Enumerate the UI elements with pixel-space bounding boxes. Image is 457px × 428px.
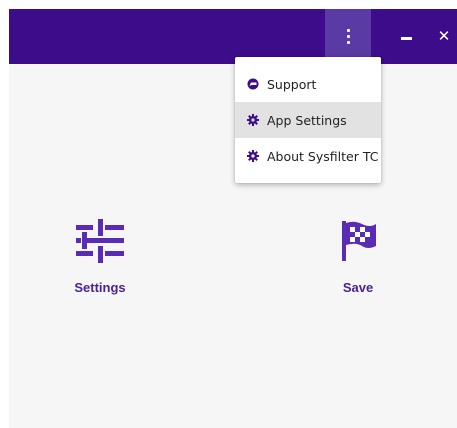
- save-tile[interactable]: Save: [321, 219, 395, 295]
- close-button[interactable]: ✕: [431, 9, 457, 64]
- menu-item-app-settings[interactable]: App Settings: [235, 102, 381, 138]
- sliders-icon: [76, 219, 124, 263]
- more-menu-button[interactable]: [325, 9, 371, 64]
- close-icon: ✕: [437, 27, 451, 45]
- menu-item-label: About Sysfilter TC: [267, 148, 379, 164]
- checkered-flag-icon: [342, 221, 376, 261]
- menu-item-support[interactable]: Support: [235, 66, 381, 102]
- minimize-icon: [401, 37, 412, 40]
- menu-item-label: App Settings: [267, 112, 347, 128]
- save-label: Save: [342, 280, 374, 295]
- kebab-menu-icon: [346, 29, 350, 32]
- menu-item-about[interactable]: About Sysfilter TC: [235, 138, 381, 174]
- settings-tile[interactable]: Settings: [63, 219, 137, 295]
- help-bubble-icon: [247, 78, 259, 90]
- minimize-button[interactable]: [393, 9, 421, 64]
- title-bar: ✕: [9, 9, 457, 64]
- kebab-dot: [346, 35, 350, 38]
- gear-icon: [247, 114, 259, 126]
- gear-icon: [247, 150, 259, 162]
- kebab-dot: [346, 41, 350, 44]
- app-window: ✕ Settings Save Support App Settings Abo…: [9, 9, 457, 428]
- dropdown-menu: Support App Settings About Sysfilter TC: [235, 57, 381, 183]
- menu-item-label: Support: [267, 76, 317, 92]
- settings-label: Settings: [74, 280, 126, 295]
